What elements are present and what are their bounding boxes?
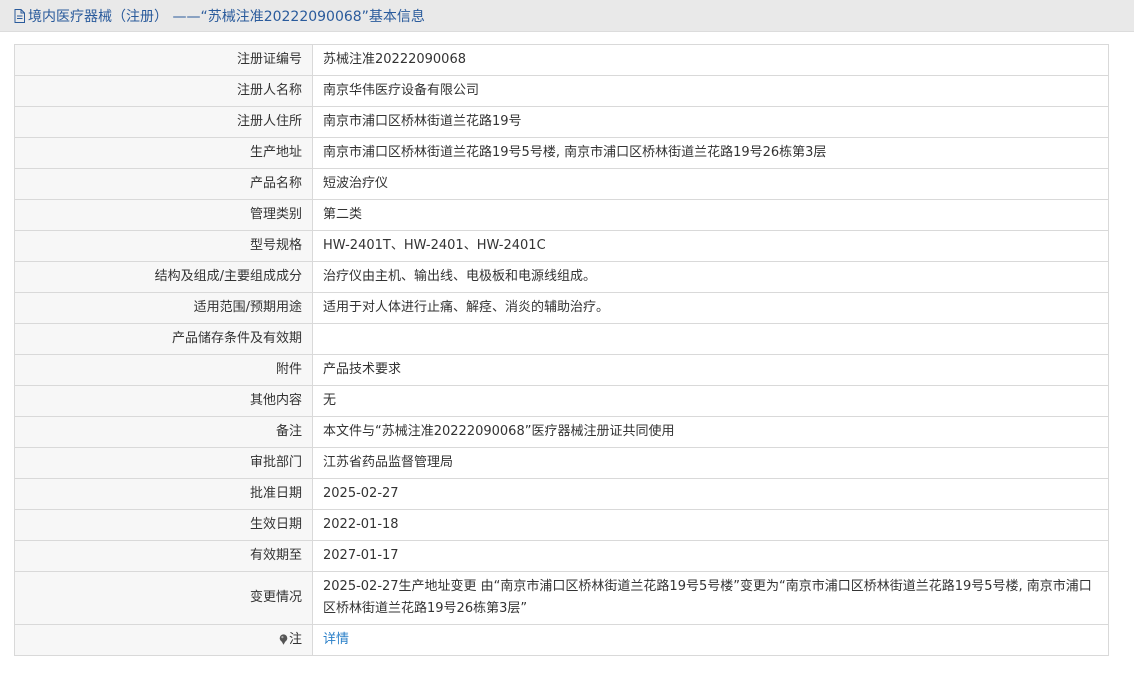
row-value: 江苏省药品监督管理局 [312, 447, 1109, 479]
row-label: 结构及组成/主要组成成分 [14, 261, 313, 293]
table-row: 结构及组成/主要组成成分 治疗仪由主机、输出线、电极板和电源线组成。 [14, 261, 1109, 293]
table-row: 型号规格 HW-2401T、HW-2401、HW-2401C [14, 230, 1109, 262]
row-value: 本文件与“苏械注准20222090068”医疗器械注册证共同使用 [312, 416, 1109, 448]
title-bar: 境内医疗器械（注册） ——“苏械注准20222090068”基本信息 [0, 0, 1134, 32]
table-row: 产品储存条件及有效期 [14, 323, 1109, 355]
row-label: 管理类别 [14, 199, 313, 231]
table-row: 附件 产品技术要求 [14, 354, 1109, 386]
row-label: 生产地址 [14, 137, 313, 169]
table-row: 生产地址 南京市浦口区桥林街道兰花路19号5号楼, 南京市浦口区桥林街道兰花路1… [14, 137, 1109, 169]
table-row: 注册证编号 苏械注准20222090068 [14, 44, 1109, 76]
table-row: 其他内容 无 [14, 385, 1109, 417]
row-label: 型号规格 [14, 230, 313, 262]
row-value: 2025-02-27生产地址变更 由“南京市浦口区桥林街道兰花路19号5号楼”变… [312, 571, 1109, 625]
table-row: 批准日期 2025-02-27 [14, 478, 1109, 510]
row-label: 附件 [14, 354, 313, 386]
table-row: 注册人名称 南京华伟医疗设备有限公司 [14, 75, 1109, 107]
table-row: 变更情况 2025-02-27生产地址变更 由“南京市浦口区桥林街道兰花路19号… [14, 571, 1109, 625]
table-row: 产品名称 短波治疗仪 [14, 168, 1109, 200]
row-value: 治疗仪由主机、输出线、电极板和电源线组成。 [312, 261, 1109, 293]
note-row: 注 详情 [14, 624, 1109, 656]
row-label: 审批部门 [14, 447, 313, 479]
row-label: 批准日期 [14, 478, 313, 510]
row-value: 短波治疗仪 [312, 168, 1109, 200]
row-value: 南京市浦口区桥林街道兰花路19号 [312, 106, 1109, 138]
row-label: 备注 [14, 416, 313, 448]
row-value: HW-2401T、HW-2401、HW-2401C [312, 230, 1109, 262]
info-table-wrapper: 注册证编号 苏械注准20222090068 注册人名称 南京华伟医疗设备有限公司… [14, 44, 1109, 656]
row-label: 注册证编号 [14, 44, 313, 76]
pin-icon [279, 634, 288, 645]
page-title: 境内医疗器械（注册） ——“苏械注准20222090068”基本信息 [28, 8, 425, 25]
note-label-cell: 注 [14, 624, 313, 656]
row-label: 其他内容 [14, 385, 313, 417]
row-value: 第二类 [312, 199, 1109, 231]
row-label: 适用范围/预期用途 [14, 292, 313, 324]
table-row: 备注 本文件与“苏械注准20222090068”医疗器械注册证共同使用 [14, 416, 1109, 448]
row-label: 生效日期 [14, 509, 313, 541]
row-value: 2022-01-18 [312, 509, 1109, 541]
details-link[interactable]: 详情 [323, 632, 349, 647]
row-value [312, 323, 1109, 355]
table-row: 注册人住所 南京市浦口区桥林街道兰花路19号 [14, 106, 1109, 138]
row-value: 适用于对人体进行止痛、解痉、消炎的辅助治疗。 [312, 292, 1109, 324]
row-value: 南京华伟医疗设备有限公司 [312, 75, 1109, 107]
row-label: 注册人住所 [14, 106, 313, 138]
table-row: 适用范围/预期用途 适用于对人体进行止痛、解痉、消炎的辅助治疗。 [14, 292, 1109, 324]
info-table: 注册证编号 苏械注准20222090068 注册人名称 南京华伟医疗设备有限公司… [14, 44, 1109, 656]
table-row: 有效期至 2027-01-17 [14, 540, 1109, 572]
table-row: 审批部门 江苏省药品监督管理局 [14, 447, 1109, 479]
note-label: 注 [288, 632, 302, 647]
row-value: 产品技术要求 [312, 354, 1109, 386]
table-row: 生效日期 2022-01-18 [14, 509, 1109, 541]
row-value: 苏械注准20222090068 [312, 44, 1109, 76]
row-label: 产品名称 [14, 168, 313, 200]
row-value: 南京市浦口区桥林街道兰花路19号5号楼, 南京市浦口区桥林街道兰花路19号26栋… [312, 137, 1109, 169]
row-label: 有效期至 [14, 540, 313, 572]
table-row: 管理类别 第二类 [14, 199, 1109, 231]
page: 境内医疗器械（注册） ——“苏械注准20222090068”基本信息 注册证编号… [0, 0, 1134, 687]
row-label: 变更情况 [14, 571, 313, 625]
row-label: 注册人名称 [14, 75, 313, 107]
row-value: 2027-01-17 [312, 540, 1109, 572]
row-value: 无 [312, 385, 1109, 417]
row-value: 2025-02-27 [312, 478, 1109, 510]
row-label: 产品储存条件及有效期 [14, 323, 313, 355]
note-value-cell: 详情 [312, 624, 1109, 656]
document-icon [14, 8, 25, 23]
